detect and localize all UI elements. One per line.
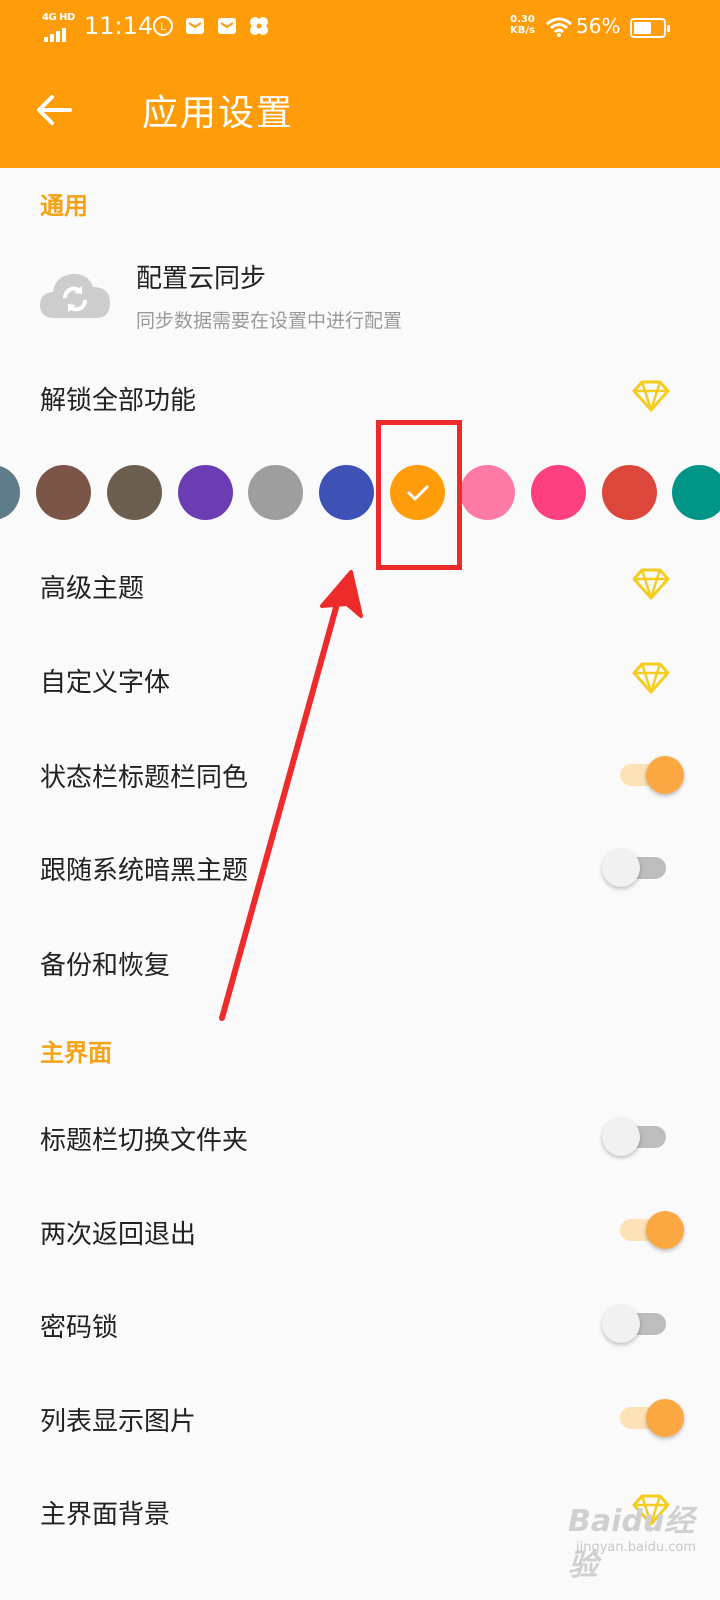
color-swatch-dark-brown[interactable] <box>107 465 162 520</box>
diamond-premium-icon <box>632 662 670 694</box>
status-bar: 4G HD 11:14 L 0.30 KB/s 56% <box>0 0 720 56</box>
notification-icons: L <box>152 15 270 37</box>
color-swatch-blue-grey[interactable] <box>0 465 20 520</box>
color-swatch-brown[interactable] <box>36 465 91 520</box>
mail-icon <box>184 15 206 37</box>
color-swatch-red[interactable] <box>602 465 657 520</box>
wifi-icon <box>546 16 572 38</box>
svg-text:L: L <box>160 22 166 33</box>
color-swatch-purple[interactable] <box>178 465 233 520</box>
pinwheel-app-icon <box>248 15 270 37</box>
network-type-label: 4G HD <box>42 12 75 23</box>
notification-app-icon: L <box>152 15 174 37</box>
arrow-left-icon <box>37 95 72 125</box>
color-swatch-indigo[interactable] <box>319 465 374 520</box>
statusbar-same-color-label: 状态栏标题栏同色 <box>40 763 249 793</box>
password-lock-label: 密码锁 <box>40 1313 119 1343</box>
section-header-general: 通用 <box>40 192 88 220</box>
color-swatch-grey[interactable] <box>248 465 303 520</box>
unlock-all-label: 解锁全部功能 <box>40 386 197 416</box>
cellular-signal-icon: 4G HD <box>40 12 76 42</box>
mail-icon <box>216 15 238 37</box>
main-background-label: 主界面背景 <box>40 1500 171 1530</box>
list-show-images-toggle[interactable] <box>614 1395 684 1439</box>
follow-dark-theme-toggle[interactable] <box>602 845 672 889</box>
titlebar-switch-folder-toggle[interactable] <box>602 1114 672 1158</box>
baidu-watermark-logo: Baidu经验 jingyan.baidu.com <box>568 1504 696 1583</box>
status-time: 11:14 <box>84 12 154 40</box>
cloud-sync-title: 配置云同步 <box>136 264 267 294</box>
diamond-premium-icon <box>632 568 670 600</box>
cloud-sync-subtitle: 同步数据需要在设置中进行配置 <box>136 310 403 332</box>
battery-percent: 56% <box>576 14 621 38</box>
network-speed: 0.30 KB/s <box>510 14 535 36</box>
annotation-highlight-box <box>376 420 462 570</box>
cloud-sync-icon <box>38 268 112 324</box>
color-swatch-light-pink[interactable] <box>460 465 515 520</box>
follow-dark-theme-label: 跟随系统暗黑主题 <box>40 856 249 886</box>
double-back-exit-label: 两次返回退出 <box>40 1220 197 1250</box>
color-swatch-teal[interactable] <box>672 465 720 520</box>
battery-icon <box>630 18 670 38</box>
statusbar-same-color-toggle[interactable] <box>614 752 684 796</box>
annotation-arrow <box>219 570 363 1021</box>
section-header-main-ui: 主界面 <box>40 1039 112 1067</box>
titlebar-switch-folder-label: 标题栏切换文件夹 <box>40 1126 249 1156</box>
diamond-premium-icon <box>632 380 670 412</box>
backup-restore-row[interactable]: 备份和恢复 <box>40 945 170 982</box>
color-swatch-pink[interactable] <box>531 465 586 520</box>
custom-font-label: 自定义字体 <box>40 668 171 698</box>
advanced-theme-label: 高级主题 <box>40 574 145 604</box>
double-back-exit-toggle[interactable] <box>614 1207 684 1251</box>
password-lock-toggle[interactable] <box>602 1301 672 1345</box>
back-button[interactable] <box>30 88 78 132</box>
page-title: 应用设置 <box>142 93 295 134</box>
app-bar: 4G HD 11:14 L 0.30 KB/s 56% 应用设置 <box>0 0 720 168</box>
list-show-images-label: 列表显示图片 <box>40 1407 197 1437</box>
